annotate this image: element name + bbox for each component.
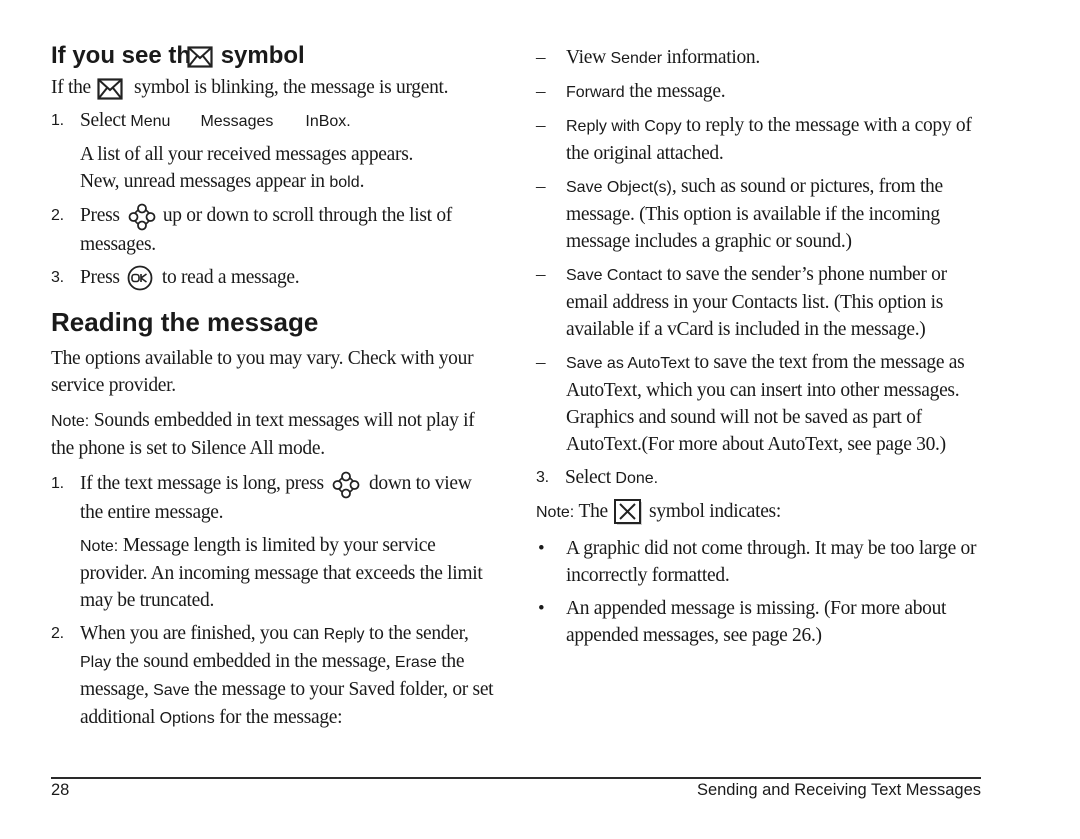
broken-graphic-note: Note: The symbol indicates: xyxy=(536,498,981,527)
dash-marker: – xyxy=(536,115,546,136)
text: The xyxy=(574,501,613,522)
text: Sounds embedded in text messages will no… xyxy=(51,410,475,460)
note-bullet: • An appended message is missing. (For m… xyxy=(536,595,981,649)
text: to the sender, xyxy=(364,622,469,644)
option-options[interactable]: Options xyxy=(160,710,215,727)
reading-step-1: 1. If the text message is long, press do… xyxy=(51,470,496,614)
step-number: 1. xyxy=(51,112,64,129)
broken-graphic-icon xyxy=(614,498,644,527)
step-number: 1. xyxy=(51,475,64,493)
option-forward: – Forward the message. xyxy=(536,78,981,106)
option-save[interactable]: Save xyxy=(153,682,189,699)
manual-page: If you see th symbol If the symbol is bl… xyxy=(0,0,1080,839)
note-label: Note: xyxy=(80,537,119,555)
option-save-contact-label[interactable]: Save Contact xyxy=(566,267,662,284)
step-number: 2. xyxy=(51,207,64,224)
option-reply-with-copy-label[interactable]: Reply with Copy xyxy=(566,118,682,135)
dash-marker: – xyxy=(536,176,546,197)
step-2-scroll: 2. Press up or down to scroll through th… xyxy=(51,202,496,258)
footer-divider xyxy=(51,777,981,779)
dash-marker: – xyxy=(536,264,546,285)
option-save-objects: – Save Object(s), such as sound or pictu… xyxy=(536,173,981,255)
bullet-marker: • xyxy=(538,537,545,559)
envelope-icon xyxy=(97,77,124,100)
navigation-key-icon xyxy=(332,471,360,499)
text: New, unread messages appear in bold. xyxy=(80,168,496,196)
urgent-intro: If the symbol is blinking, the message i… xyxy=(51,74,496,101)
ok-key-icon xyxy=(127,265,153,291)
note-bullet: • A graphic did not come through. It may… xyxy=(536,535,981,589)
step-3-read: 3. Press to read a message. xyxy=(51,264,496,292)
step-number: 3. xyxy=(51,268,64,286)
silence-note: Note: Sounds embedded in text messages w… xyxy=(51,407,496,462)
section-heading-envelope-symbol: If you see th symbol xyxy=(51,40,496,72)
chapter-title: Sending and Receiving Text Messages xyxy=(696,781,981,799)
option-done[interactable]: Done xyxy=(615,470,653,487)
step-1-select-inbox: 1. Select Menu Messages InBox. A list of a… xyxy=(51,107,496,196)
text: for the message: xyxy=(214,706,343,728)
text: Press xyxy=(80,266,125,288)
right-column: – View Sender information. – Forward the… xyxy=(536,44,981,649)
reading-step-2: 2. When you are finished, you can Reply … xyxy=(51,620,496,732)
text: the sound embedded in the message, xyxy=(111,650,395,672)
step-3-select-done: 3. Select Done. xyxy=(536,464,981,492)
option-save-objects-label[interactable]: Save Object(s) xyxy=(566,179,672,196)
text: View xyxy=(566,47,611,68)
text: Press xyxy=(80,205,125,226)
dash-marker: – xyxy=(536,47,546,68)
option-play[interactable]: Play xyxy=(80,654,111,671)
option-sender[interactable]: Sender xyxy=(610,50,662,67)
step-1-detail: A list of all your received messages app… xyxy=(80,141,496,196)
text: If the xyxy=(51,77,96,98)
text: . xyxy=(346,113,351,130)
text: symbol is blinking, the message is urgen… xyxy=(129,77,449,98)
note-label: Note: xyxy=(51,413,90,431)
heading-text: If you see th xyxy=(51,42,192,69)
text: New, unread messages appear in xyxy=(80,171,330,192)
bullet-marker: • xyxy=(538,597,545,619)
menu-item-inbox[interactable]: InBox xyxy=(305,113,346,130)
text: A graphic did not come through. It may b… xyxy=(566,537,977,586)
text: Message length is limited by your servic… xyxy=(80,534,483,611)
text: . xyxy=(359,171,365,192)
text: information. xyxy=(662,47,761,68)
option-reply-with-copy: – Reply with Copy to reply to the messag… xyxy=(536,112,981,167)
ui-term-bold: bold xyxy=(329,174,360,191)
option-save-autotext-label[interactable]: Save as AutoText xyxy=(566,355,690,372)
section-heading-reading-message: Reading the message xyxy=(51,307,319,338)
text: to read a message. xyxy=(157,266,300,288)
text: Select xyxy=(565,467,616,488)
text: Select xyxy=(80,110,131,131)
option-forward-label[interactable]: Forward xyxy=(566,84,625,101)
length-note: Note: Message length is limited by your … xyxy=(80,532,496,614)
navigation-key-icon xyxy=(128,203,156,231)
left-column: If you see th symbol If the symbol is bl… xyxy=(51,40,496,732)
option-view-sender: – View Sender information. xyxy=(536,44,981,72)
option-save-autotext: – Save as AutoText to save the text from… xyxy=(536,349,981,458)
step-number: 3. xyxy=(536,469,549,486)
note-label: Note: xyxy=(536,504,575,521)
page-number: 28 xyxy=(51,781,70,799)
menu-item-messages[interactable]: Messages xyxy=(200,113,273,130)
text: If the text message is long, press xyxy=(80,473,329,495)
text: A list of all your received messages app… xyxy=(80,144,414,165)
text: When you are finished, you can xyxy=(80,622,324,644)
text: symbol indicates: xyxy=(644,501,781,522)
menu-item-menu[interactable]: Menu xyxy=(130,113,170,130)
option-save-contact: – Save Contact to save the sender’s phon… xyxy=(536,261,981,343)
step-number: 2. xyxy=(51,624,64,642)
text: An appended message is missing. (For mor… xyxy=(566,597,947,646)
option-reply[interactable]: Reply xyxy=(324,626,365,643)
text: the message. xyxy=(624,81,726,102)
option-erase[interactable]: Erase xyxy=(395,654,437,671)
dash-marker: – xyxy=(536,81,546,102)
options-intro: The options available to you may vary. C… xyxy=(51,348,474,397)
dash-marker: – xyxy=(536,352,546,373)
text: . xyxy=(653,470,659,487)
envelope-icon xyxy=(187,46,213,68)
heading-text: symbol xyxy=(214,42,305,69)
